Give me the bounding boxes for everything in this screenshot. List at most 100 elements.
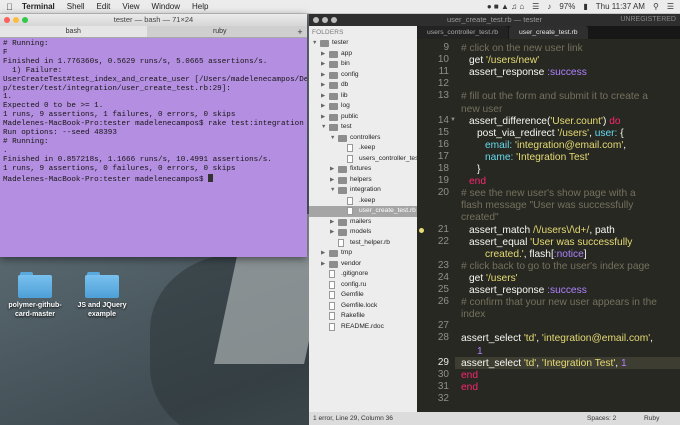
code-line: assert_response :success: [469, 285, 587, 296]
tab-ruby[interactable]: ruby: [147, 26, 294, 37]
code-token: 'Integration Test': [516, 151, 590, 163]
tree-item-label: Gemfile.lock: [341, 301, 378, 309]
menu-view[interactable]: View: [122, 2, 139, 11]
disclosure-closed-icon[interactable]: ▶: [321, 49, 325, 60]
disclosure-closed-icon[interactable]: ▶: [321, 248, 325, 259]
sidebar-file[interactable]: .keep: [309, 143, 417, 154]
tab-users-controller-test[interactable]: users_controller_test.rb: [417, 26, 509, 39]
desktop-folder-jquery[interactable]: JS and JQuery example: [67, 272, 137, 319]
disclosure-closed-icon[interactable]: ▶: [321, 70, 325, 81]
zoom-button[interactable]: [331, 17, 337, 23]
zoom-button[interactable]: [22, 17, 28, 23]
minimize-button[interactable]: [13, 17, 19, 23]
disclosure-closed-icon[interactable]: ▶: [330, 164, 334, 175]
code-token: # see the new user's show page with a: [461, 188, 636, 200]
clock[interactable]: Thu 11:37 AM: [596, 2, 645, 11]
terminal-line: Madelenes-MacBook-Pro:tester madelenecam…: [3, 120, 304, 129]
sidebar-file[interactable]: users_controller_test.rb: [309, 154, 417, 165]
sidebar-folder[interactable]: ▶ public: [309, 112, 417, 123]
minimize-button[interactable]: [322, 17, 328, 23]
menu-window[interactable]: Window: [152, 2, 180, 11]
disclosure-open-icon[interactable]: ▼: [321, 122, 326, 133]
disclosure-open-icon[interactable]: ▼: [312, 38, 317, 49]
menu-help[interactable]: Help: [192, 2, 208, 11]
battery-icon[interactable]: ▮: [583, 2, 587, 11]
apple-icon[interactable]: : [6, 2, 16, 12]
indentation-setting[interactable]: Spaces: 2: [587, 412, 616, 425]
disclosure-closed-icon[interactable]: ▶: [321, 112, 325, 123]
sidebar-folder[interactable]: ▶ fixtures: [309, 164, 417, 175]
disclosure-closed-icon[interactable]: ▶: [321, 91, 325, 102]
sidebar-folder[interactable]: ▼ integration: [309, 185, 417, 196]
sidebar-file[interactable]: Gemfile.lock: [309, 301, 417, 312]
line-number: 9: [443, 42, 449, 53]
code-token: get: [469, 272, 486, 284]
search-icon[interactable]: ⚲: [653, 2, 659, 11]
sidebar-file[interactable]: .keep: [309, 196, 417, 207]
sidebar-folder[interactable]: ▼ test: [309, 122, 417, 133]
sidebar-folder[interactable]: ▼ tester: [309, 38, 417, 49]
sidebar-file[interactable]: Gemfile: [309, 290, 417, 301]
tree-item-label: helpers: [350, 175, 372, 183]
terminal-line: Finished in 1.776360s, 0.5629 runs/s, 5.…: [3, 57, 268, 66]
menu-app-name[interactable]: Terminal: [22, 2, 55, 11]
volume-icon[interactable]: ♪: [547, 2, 551, 11]
sidebar-folder[interactable]: ▶ app: [309, 49, 417, 60]
disclosure-closed-icon[interactable]: ▶: [321, 259, 325, 270]
sidebar-file[interactable]: user_create_test.rb: [309, 206, 417, 217]
status-bar: 1 error, Line 29, Column 36 Spaces: 2 Ru…: [309, 412, 680, 425]
sidebar-folder[interactable]: ▶ models: [309, 227, 417, 238]
tab-bash[interactable]: bash: [0, 26, 147, 37]
sidebar-folder[interactable]: ▶ helpers: [309, 175, 417, 186]
menu-shell[interactable]: Shell: [67, 2, 85, 11]
sublime-titlebar[interactable]: user_create_test.rb — tester UNREGISTERE…: [309, 14, 680, 26]
close-button[interactable]: [4, 17, 10, 23]
sidebar-file[interactable]: README.rdoc: [309, 322, 417, 333]
sidebar-file[interactable]: Rakefile: [309, 311, 417, 322]
disclosure-closed-icon[interactable]: ▶: [330, 217, 334, 228]
desktop-folder-polymer[interactable]: polymer-github-card-master: [0, 272, 70, 319]
disclosure-open-icon[interactable]: ▼: [330, 133, 335, 144]
disclosure-closed-icon[interactable]: ▶: [321, 101, 325, 112]
wifi-icon[interactable]: ☰: [532, 2, 539, 11]
sidebar-file[interactable]: .gitignore: [309, 269, 417, 280]
sidebar-folder[interactable]: ▶ config: [309, 70, 417, 81]
menu-edit[interactable]: Edit: [97, 2, 111, 11]
new-tab-button[interactable]: +: [293, 26, 307, 37]
terminal-titlebar[interactable]: tester — bash — 71×24: [0, 14, 307, 26]
disclosure-closed-icon[interactable]: ▶: [321, 59, 325, 70]
notification-center-icon[interactable]: ☰: [667, 2, 674, 11]
sidebar-file[interactable]: config.ru: [309, 280, 417, 291]
disclosure-open-icon[interactable]: ▼: [330, 185, 335, 196]
tab-user-create-test[interactable]: user_create_test.rb: [509, 26, 588, 39]
sidebar-folder[interactable]: ▶ mailers: [309, 217, 417, 228]
sidebar-folder[interactable]: ▼ controllers: [309, 133, 417, 144]
close-button[interactable]: [313, 17, 319, 23]
terminal-output[interactable]: # Running: F Finished in 1.776360s, 0.5629…: [0, 38, 307, 255]
status-icons[interactable]: ● ■ ▲ ♫ ⌂: [487, 2, 524, 11]
sidebar-folder[interactable]: ▶ lib: [309, 91, 417, 102]
folder-icon: [329, 113, 338, 121]
sidebar-file[interactable]: test_helper.rb: [309, 238, 417, 249]
disclosure-closed-icon[interactable]: ▶: [330, 227, 334, 238]
line-number: 31: [437, 380, 449, 392]
disclosure-closed-icon[interactable]: ▶: [321, 80, 325, 91]
code-token: # confirm that your new user appears in …: [461, 297, 657, 309]
disclosure-closed-icon[interactable]: ▶: [330, 175, 334, 186]
code-token: created": [461, 212, 499, 224]
sidebar-folder[interactable]: ▶ tmp: [309, 248, 417, 259]
code-token: 'td': [523, 333, 537, 345]
sidebar-folder[interactable]: ▶ vendor: [309, 259, 417, 270]
sidebar-folder[interactable]: ▶ bin: [309, 59, 417, 70]
syntax-setting[interactable]: Ruby: [644, 412, 659, 425]
terminal-line: Finished in 0.857218s, 1.1666 runs/s, 10…: [3, 155, 272, 164]
unregistered-label: UNREGISTERED: [620, 16, 676, 23]
code-area[interactable]: # click on the new user link get '/users/…: [455, 39, 680, 412]
sidebar-folder[interactable]: ▶ log: [309, 101, 417, 112]
battery-percent[interactable]: 97%: [559, 2, 575, 11]
line-number: 29: [437, 356, 449, 368]
code-token: 'User.count': [550, 115, 603, 127]
code-line: # confirm that your new user appears in …: [461, 297, 657, 308]
sidebar-folder[interactable]: ▶ db: [309, 80, 417, 91]
tree-item-label: log: [341, 102, 350, 109]
